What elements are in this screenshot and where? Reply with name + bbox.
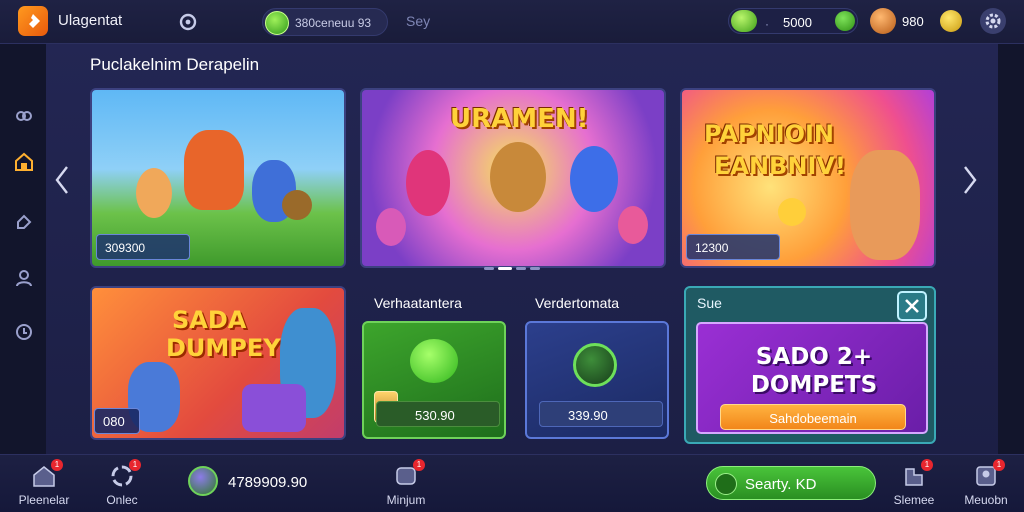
- tile-card-2[interactable]: 339.90: [525, 321, 669, 439]
- wallet-icon[interactable]: [188, 466, 218, 496]
- wallet-amount: 4789909.90: [228, 474, 308, 491]
- nav-label: Meuobn: [964, 493, 1008, 507]
- link-icon[interactable]: [12, 104, 36, 128]
- promo-title-line2: DUMPEY: [166, 334, 281, 362]
- search-input[interactable]: Sey: [406, 13, 430, 29]
- balance-pill[interactable]: · 5000: [728, 8, 858, 34]
- banner-title: URAMEN!: [450, 104, 589, 134]
- home-icon[interactable]: [12, 150, 36, 174]
- offer-cta-button[interactable]: Sahdobeemain: [720, 404, 906, 430]
- offer-label: Sue: [697, 295, 722, 311]
- gem-icon: [870, 8, 896, 34]
- character-art: [490, 142, 546, 212]
- user-icon[interactable]: [12, 266, 36, 290]
- phone-icon: [573, 343, 617, 387]
- coin-art: [778, 198, 806, 226]
- balance-amount: 5000: [783, 15, 812, 30]
- carousel-dot-active[interactable]: [498, 267, 512, 270]
- close-icon[interactable]: [897, 291, 927, 321]
- gems-count: 980: [902, 14, 924, 29]
- character-art: [406, 150, 450, 216]
- chevron-right-icon[interactable]: [960, 160, 980, 200]
- notification-badge: 1: [413, 459, 425, 471]
- add-gem-icon[interactable]: [940, 10, 962, 32]
- character-art: [850, 150, 920, 260]
- basket-art: [242, 384, 306, 432]
- promo-badge: 080: [94, 408, 140, 434]
- nav-label: Onlec: [106, 493, 138, 507]
- plus-icon[interactable]: [835, 11, 855, 31]
- chat-icon: 1: [392, 459, 425, 489]
- support-icon[interactable]: [12, 320, 36, 344]
- game-banner-3[interactable]: PAPNIOIN EANBNIV! 12300: [680, 88, 936, 268]
- gear-icon[interactable]: [980, 8, 1006, 34]
- profile-icon: 1: [972, 459, 1005, 489]
- primary-cta-button[interactable]: Searty. KD: [706, 466, 876, 500]
- character-art: [184, 130, 244, 210]
- carousel-dot[interactable]: [484, 267, 494, 270]
- search-value: 380ceneuu 93: [295, 16, 372, 30]
- cash-icon: [731, 10, 757, 32]
- offer-banner[interactable]: SADO 2+ DOMPETS Sahdobeemain: [696, 322, 928, 434]
- nav-label: Slemee: [893, 493, 935, 507]
- ball-art: [282, 190, 312, 220]
- tile-card-1[interactable]: 530.90: [362, 321, 506, 439]
- top-bar: Ulagentat 380ceneuu 93 Sey · 5000 980: [0, 0, 1024, 44]
- section-title: Puclakelnim Derapelin: [90, 55, 260, 74]
- offer-title-line1: SADO 2+: [755, 344, 873, 370]
- nav-item-pleenelar[interactable]: 1 Pleenelar: [14, 459, 74, 511]
- left-rail: [0, 44, 46, 454]
- refresh-icon: 1: [108, 459, 141, 489]
- cta-label: Searty. KD: [745, 476, 817, 493]
- game-banner-1[interactable]: 309300: [90, 88, 346, 268]
- tag-icon[interactable]: [12, 210, 36, 234]
- controller-icon[interactable]: [176, 10, 200, 34]
- notification-badge: 1: [51, 459, 63, 471]
- notification-badge: 1: [993, 459, 1005, 471]
- character-art: [570, 146, 618, 212]
- character-art: [136, 168, 172, 218]
- chevron-left-icon[interactable]: [52, 160, 72, 200]
- puzzle-icon: 1: [900, 459, 933, 489]
- search-field[interactable]: 380ceneuu 93: [262, 8, 388, 36]
- balance-separator: ·: [765, 17, 769, 31]
- coin-icon: [265, 11, 289, 35]
- tile-heading-1: Verhaatantera: [374, 295, 462, 311]
- notification-badge: 1: [129, 459, 141, 471]
- carousel-dots[interactable]: [484, 267, 540, 270]
- tile-value-2: 339.90: [539, 401, 663, 427]
- phone-icon: [715, 473, 737, 495]
- nav-label: Minjum: [386, 493, 426, 507]
- character-art: [376, 208, 406, 246]
- nav-item-onlec[interactable]: 1 Onlec: [92, 459, 152, 511]
- nav-item-meuobn[interactable]: 1 Meuobn: [956, 459, 1016, 511]
- banner-title-line1: PAPNIOIN: [704, 120, 834, 148]
- promo-card[interactable]: SADA DUMPEY 080: [90, 286, 346, 440]
- nav-label: Pleenelar: [18, 493, 70, 507]
- notification-badge: 1: [921, 459, 933, 471]
- tile-value-1: 530.90: [376, 401, 500, 427]
- house-icon: 1: [30, 459, 63, 489]
- offer-title-line2: DOMPETS: [750, 372, 878, 398]
- game-banner-2[interactable]: URAMEN!: [360, 88, 666, 268]
- app-name: Ulagentat: [58, 12, 123, 29]
- carousel-dot[interactable]: [516, 267, 526, 270]
- promo-title-line1: SADA: [172, 306, 247, 334]
- gamepad-icon: [410, 339, 458, 383]
- character-art: [618, 206, 648, 244]
- right-rail: [998, 44, 1024, 454]
- banner-label: 12300: [686, 234, 780, 260]
- logo-icon[interactable]: [18, 6, 48, 36]
- nav-item-slemee[interactable]: 1 Slemee: [884, 459, 944, 511]
- banner-title-line2: EANBNIV!: [714, 152, 846, 180]
- nav-item-minjum[interactable]: 1 Minjum: [376, 459, 436, 511]
- carousel-dot[interactable]: [530, 267, 540, 270]
- tile-heading-2: Verdertomata: [535, 295, 620, 311]
- banner-label: 309300: [96, 234, 190, 260]
